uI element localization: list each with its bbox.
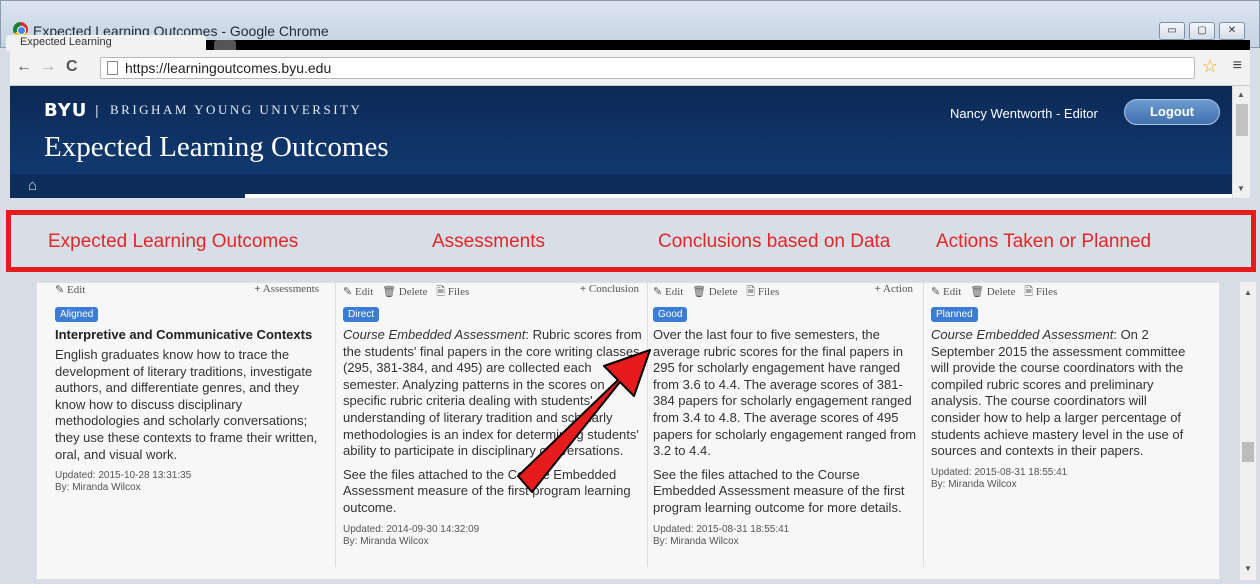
scroll-down-icon[interactable]: ▼ [1244,564,1252,573]
file-icon: 🗎 [1024,286,1034,298]
delete-link[interactable]: 🗑 Delete [382,286,427,298]
updated-by: By: Miranda Wilcox [343,535,429,547]
outcome-meta: Updated: 2015-10-28 13:31:35 By: Miranda… [55,470,323,494]
outcome-actions: ✎ Edit + Assessments [55,283,323,301]
status-badge: Good [653,307,688,322]
edit-link[interactable]: ✎ Edit [55,284,85,296]
url-text: https://learningoutcomes.byu.edu [125,60,332,76]
trash-icon: 🗑 [382,286,397,298]
outcome-column: ✎ Edit + Assessments Aligned Interpretiv… [55,283,323,581]
updated-timestamp: Updated: 2015-08-31 18:55:41 [931,466,1068,478]
close-button[interactable]: ✕ [1219,22,1245,40]
site-header: BYU | BRIGHAM YOUNG UNIVERSITY Expected … [10,86,1232,198]
updated-by: By: Miranda Wilcox [55,482,141,494]
scroll-up-icon[interactable]: ▲ [1237,90,1245,99]
bookmark-star-icon[interactable]: ☆ [1202,56,1218,77]
files-link[interactable]: 🗎 Files [436,286,469,298]
file-icon: 🗎 [746,286,756,298]
outcome-description: English graduates know how to trace the … [55,347,318,462]
plus-icon: + [254,283,261,295]
heading-outcomes: Expected Learning Outcomes [48,231,299,252]
action-meta: Updated: 2015-08-31 18:55:41 By: Miranda… [931,467,1193,491]
column-divider [923,283,924,567]
conclusion-actions: ✎ Edit 🗑 Delete 🗎 Files + Action [653,283,917,301]
header-scrollbar[interactable]: ▲ ▼ [1232,86,1250,198]
trash-icon: 🗑 [970,286,985,298]
logo-divider: | [95,102,99,118]
pencil-icon: ✎ [653,286,663,298]
byu-logo[interactable]: BYU [44,100,87,121]
column-divider [647,283,648,567]
forward-icon[interactable]: → [40,58,56,76]
sub-navigation: ⌂ [10,174,1232,198]
add-conclusion-link[interactable]: + Conclusion [580,283,639,295]
content-scrollbar[interactable]: ▲ ▼ [1240,282,1256,580]
university-name: BRIGHAM YOUNG UNIVERSITY [110,102,363,117]
column-headings-callout: Expected Learning Outcomes Assessments C… [6,210,1256,272]
edit-link[interactable]: ✎ Edit [931,286,961,298]
scrollbar-thumb[interactable] [1242,442,1254,462]
subnav-divider [245,194,1232,198]
edit-link[interactable]: ✎ Edit [343,286,373,298]
back-icon[interactable]: ← [16,58,32,76]
assessment-meta: Updated: 2014-09-30 14:32:09 By: Miranda… [343,524,643,548]
updated-by: By: Miranda Wilcox [653,535,739,547]
scroll-up-icon[interactable]: ▲ [1244,288,1252,297]
conclusion-column: ✎ Edit 🗑 Delete 🗎 Files + Action Good Ov… [653,283,917,581]
new-tab-button[interactable] [214,40,236,50]
updated-timestamp: Updated: 2015-08-31 18:55:41 [653,523,790,535]
file-icon: 🗎 [436,286,446,298]
delete-link[interactable]: 🗑 Delete [692,286,737,298]
minimize-button[interactable]: ▭ [1159,22,1185,40]
updated-timestamp: Updated: 2015-10-28 13:31:35 [55,470,192,482]
scroll-down-icon[interactable]: ▼ [1237,184,1245,193]
edit-link[interactable]: ✎ Edit [653,286,683,298]
pencil-icon: ✎ [343,286,353,298]
plus-icon: + [874,283,881,295]
column-divider [335,283,336,567]
window-controls: ▭ ▢ ✕ [1159,22,1245,40]
outcome-title: Interpretive and Communicative Contexts [55,327,313,342]
files-link[interactable]: 🗎 Files [1024,286,1057,298]
user-name: Nancy Wentworth - Editor [950,106,1098,121]
action-column: ✎ Edit 🗑 Delete 🗎 Files Planned Course E… [931,283,1193,581]
browser-tab[interactable]: Expected Learning [6,35,206,51]
assessment-column: ✎ Edit 🗑 Delete 🗎 Files + Conclusion Dir… [343,283,643,581]
heading-conclusions: Conclusions based on Data [658,231,891,252]
chrome-menu-icon[interactable]: ≡ [1233,57,1242,75]
reload-icon[interactable]: C [66,58,78,76]
files-link[interactable]: 🗎 Files [746,286,779,298]
browser-toolbar: ← → C https://learningoutcomes.byu.edu ☆… [10,50,1250,86]
scrollbar-thumb[interactable] [1236,104,1248,136]
pencil-icon: ✎ [931,286,941,298]
trash-icon: 🗑 [692,286,707,298]
status-badge: Direct [343,307,380,322]
heading-assessments: Assessments [432,231,545,252]
home-icon[interactable]: ⌂ [28,177,37,194]
add-action-link[interactable]: + Action [875,283,913,295]
updated-by: By: Miranda Wilcox [931,478,1017,490]
maximize-button[interactable]: ▢ [1189,22,1215,40]
delete-link[interactable]: 🗑 Delete [970,286,1015,298]
logout-button[interactable]: Logout [1124,99,1220,125]
page-icon [107,61,118,75]
plus-icon: + [579,283,587,295]
assessment-actions: ✎ Edit 🗑 Delete 🗎 Files + Conclusion [343,283,643,301]
status-badge: Aligned [55,307,99,322]
status-badge: Planned [931,307,978,322]
outcome-row: ✎ Edit + Assessments Aligned Interpretiv… [36,282,1220,580]
action-actions: ✎ Edit 🗑 Delete 🗎 Files [931,283,1193,301]
address-bar[interactable]: https://learningoutcomes.byu.edu [100,57,1195,79]
add-assessment-link[interactable]: + Assessments [254,283,319,295]
pencil-icon: ✎ [55,284,65,296]
conclusion-description: Over the last four to five semesters, th… [653,327,917,515]
heading-actions: Actions Taken or Planned [936,231,1152,252]
site-title: Expected Learning Outcomes [44,131,389,163]
updated-timestamp: Updated: 2014-09-30 14:32:09 [343,523,480,535]
action-description: Course Embedded Assessment: On 2 Septemb… [931,327,1186,459]
conclusion-meta: Updated: 2015-08-31 18:55:41 By: Miranda… [653,524,917,548]
assessment-description: Course Embedded Assessment: Rubric score… [343,327,642,515]
